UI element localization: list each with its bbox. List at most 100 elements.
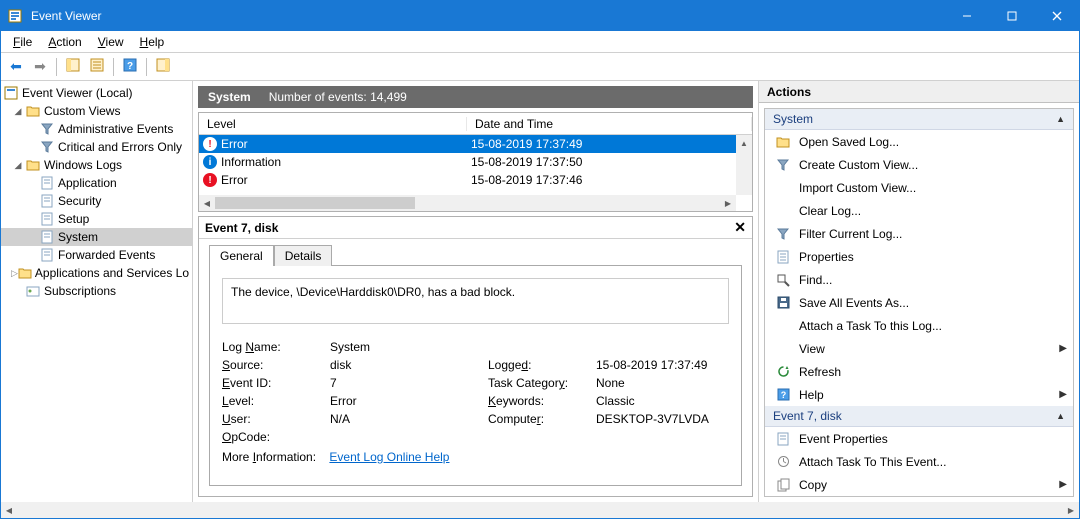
app-icon [7, 8, 23, 24]
lbl-level: Level: [222, 394, 322, 408]
tree-security[interactable]: Security [1, 192, 192, 210]
menu-action[interactable]: Action [40, 33, 89, 51]
bottom-scrollbar[interactable]: ◀ ▶ [1, 502, 1079, 518]
action-clear-log[interactable]: Clear Log... [765, 199, 1073, 222]
filter-icon [39, 139, 55, 155]
action-find[interactable]: Find... [765, 268, 1073, 291]
action-save-all[interactable]: Save All Events As... [765, 291, 1073, 314]
show-tree-button[interactable] [62, 56, 84, 78]
horizontal-scrollbar[interactable]: ◀ ▶ [199, 195, 736, 211]
event-row[interactable]: !Error15-08-2019 17:37:46 [199, 171, 736, 189]
event-row[interactable]: !Error15-08-2019 17:37:49 [199, 135, 736, 153]
tree-windows-logs[interactable]: ◢ Windows Logs [1, 156, 192, 174]
collapse-icon[interactable]: ◢ [11, 160, 25, 171]
event-log-help-link[interactable]: Event Log Online Help [329, 450, 449, 464]
scroll-right-icon[interactable]: ▶ [1063, 502, 1079, 518]
minimize-button[interactable] [944, 1, 989, 31]
scroll-left-icon[interactable]: ◀ [1, 502, 17, 518]
tree-application[interactable]: Application [1, 174, 192, 192]
val-user: N/A [330, 412, 480, 426]
menu-view[interactable]: View [90, 33, 132, 51]
folder-icon [18, 265, 32, 281]
action-import-custom-view[interactable]: Import Custom View... [765, 176, 1073, 199]
tree-subscriptions[interactable]: Subscriptions [1, 282, 192, 300]
action-label: Filter Current Log... [799, 227, 902, 241]
vertical-scrollbar[interactable]: ▲ [736, 135, 752, 195]
tree-critical-errors[interactable]: Critical and Errors Only [1, 138, 192, 156]
help-icon: ? [123, 58, 137, 75]
collapse-icon[interactable]: ◢ [11, 106, 25, 117]
collapse-icon[interactable]: ▲ [1056, 411, 1065, 421]
tree-label: Forwarded Events [58, 248, 155, 262]
action-copy[interactable]: Copy ▶ [765, 473, 1073, 496]
detail-title: Event 7, disk [205, 221, 278, 235]
tab-general[interactable]: General [209, 245, 274, 266]
menu-file[interactable]: File [5, 33, 40, 51]
lbl-event-id: Event ID: [222, 376, 322, 390]
action-attach-task-event[interactable]: Attach Task To This Event... [765, 450, 1073, 473]
menu-help[interactable]: Help [132, 33, 173, 51]
tree-root[interactable]: Event Viewer (Local) [1, 84, 192, 102]
col-level[interactable]: Level [199, 117, 467, 131]
tree-setup[interactable]: Setup [1, 210, 192, 228]
scroll-right-icon[interactable]: ▶ [720, 195, 736, 211]
actions-section-system[interactable]: System ▲ [765, 109, 1073, 130]
forward-button[interactable]: ➡ [29, 56, 51, 78]
refresh-icon [775, 364, 791, 380]
action-pane-button[interactable] [152, 56, 174, 78]
submenu-arrow-icon: ▶ [1059, 389, 1067, 400]
blank-icon [775, 318, 791, 334]
detail-tabs: General Details [199, 239, 752, 266]
action-filter-log[interactable]: Filter Current Log... [765, 222, 1073, 245]
filter-icon [39, 121, 55, 137]
action-open-saved-log[interactable]: Open Saved Log... [765, 130, 1073, 153]
action-refresh[interactable]: Refresh [765, 360, 1073, 383]
actions-section-event[interactable]: Event 7, disk ▲ [765, 406, 1073, 427]
menubar: File Action View Help [1, 31, 1079, 53]
tab-details[interactable]: Details [274, 245, 333, 266]
tree-pane[interactable]: Event Viewer (Local) ◢ Custom Views Admi… [1, 81, 193, 502]
action-help[interactable]: ? Help ▶ [765, 383, 1073, 406]
tree-label: Administrative Events [58, 122, 173, 136]
action-label: Clear Log... [799, 204, 861, 218]
date-text: 15-08-2019 17:37:50 [467, 155, 736, 169]
tree-apps-services[interactable]: ▷ Applications and Services Lo [1, 264, 192, 282]
level-text: Information [221, 155, 281, 169]
tree-admin-events[interactable]: Administrative Events [1, 120, 192, 138]
close-button[interactable] [1034, 1, 1079, 31]
more-info-row: More Information: Event Log Online Help [222, 450, 729, 464]
action-event-properties[interactable]: Event Properties [765, 427, 1073, 450]
tree-system[interactable]: System [1, 228, 192, 246]
titlebar: Event Viewer [1, 1, 1079, 31]
filter-icon [775, 226, 791, 242]
scroll-up-icon[interactable]: ▲ [736, 135, 752, 151]
column-headers[interactable]: Level Date and Time [199, 113, 752, 135]
error-icon: ! [203, 137, 217, 151]
action-create-custom-view[interactable]: Create Custom View... [765, 153, 1073, 176]
action-label: Import Custom View... [799, 181, 916, 195]
action-properties[interactable]: Properties [765, 245, 1073, 268]
help-icon: ? [775, 387, 791, 403]
properties-button[interactable] [86, 56, 108, 78]
event-count: Number of events: 14,499 [269, 90, 407, 104]
blank-icon [775, 341, 791, 357]
log-icon [39, 175, 55, 191]
close-detail-button[interactable]: ✕ [734, 219, 746, 236]
event-list[interactable]: Level Date and Time !Error15-08-2019 17:… [198, 112, 753, 212]
back-button[interactable]: ⬅ [5, 56, 27, 78]
tree-forwarded[interactable]: Forwarded Events [1, 246, 192, 264]
help-button[interactable]: ? [119, 56, 141, 78]
col-date[interactable]: Date and Time [467, 117, 752, 131]
event-row[interactable]: iInformation15-08-2019 17:37:50 [199, 153, 736, 171]
log-icon [39, 247, 55, 263]
val-level: Error [330, 394, 480, 408]
tree-custom-views[interactable]: ◢ Custom Views [1, 102, 192, 120]
maximize-button[interactable] [989, 1, 1034, 31]
scroll-thumb[interactable] [215, 197, 415, 209]
action-attach-task-log[interactable]: Attach a Task To this Log... [765, 314, 1073, 337]
scroll-left-icon[interactable]: ◀ [199, 195, 215, 211]
action-view[interactable]: View ▶ [765, 337, 1073, 360]
tree-label: System [58, 230, 98, 244]
collapse-icon[interactable]: ▲ [1056, 114, 1065, 124]
expand-icon[interactable]: ▷ [11, 268, 18, 279]
